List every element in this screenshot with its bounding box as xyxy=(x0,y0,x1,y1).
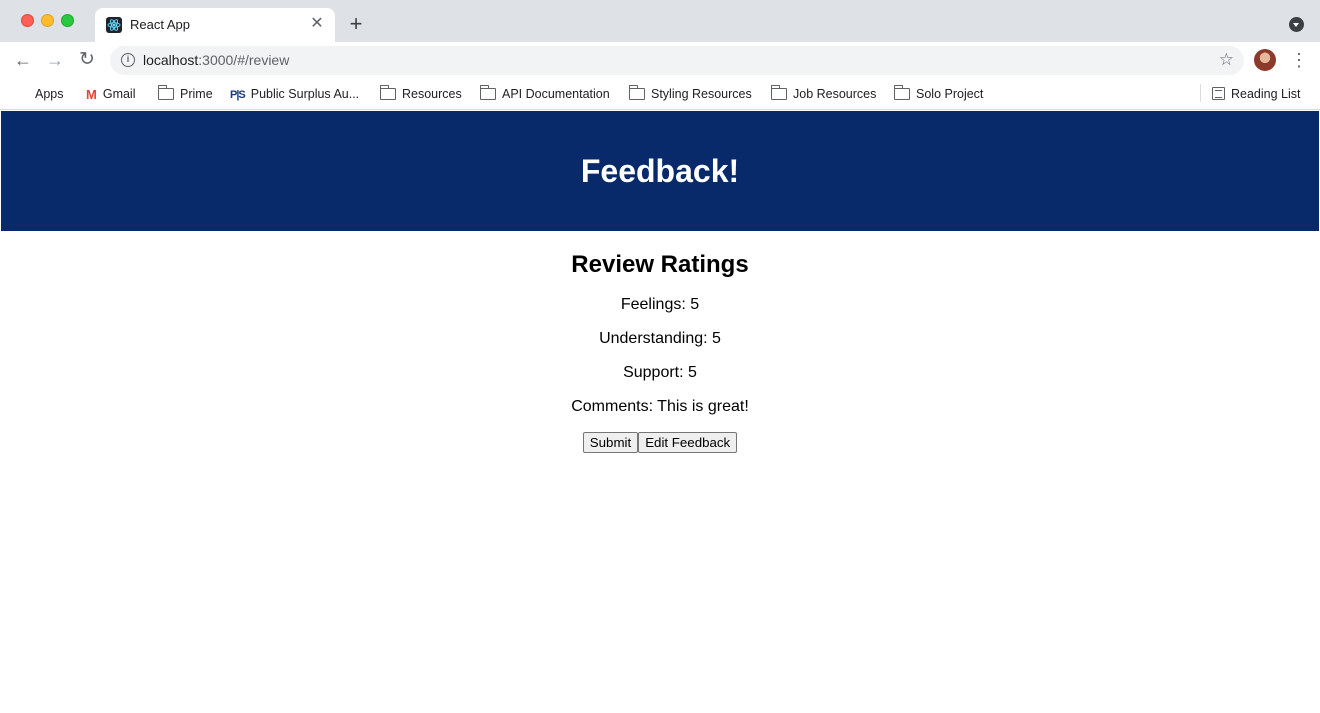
bookmark-label: Apps xyxy=(35,87,64,101)
gmail-icon: M xyxy=(86,86,97,102)
forward-button[interactable]: → xyxy=(45,50,65,70)
public-surplus-icon: P|S xyxy=(230,88,246,101)
bookmarks-divider xyxy=(1200,84,1201,102)
address-bar[interactable]: i localhost:3000/#/review ☆ xyxy=(110,46,1244,75)
react-icon xyxy=(106,17,122,33)
browser-menu-icon[interactable]: ⋮ xyxy=(1290,50,1308,70)
bookmark-solo-project[interactable]: Solo Project xyxy=(893,84,984,104)
bookmark-job-resources[interactable]: Job Resources xyxy=(770,84,877,104)
tab-search-icon[interactable] xyxy=(1289,17,1304,32)
bookmark-label: Job Resources xyxy=(793,87,877,101)
minimize-window-button[interactable] xyxy=(41,14,54,27)
bookmark-label: Solo Project xyxy=(916,87,984,101)
bookmark-apps[interactable]: Apps xyxy=(15,84,64,104)
app-title: Feedback! xyxy=(580,152,740,189)
folder-icon xyxy=(379,84,396,100)
bookmark-label: Resources xyxy=(402,87,462,101)
tab-react-app[interactable]: React App ✕ xyxy=(95,8,335,42)
submit-button[interactable]: Submit xyxy=(582,432,639,453)
bookmark-styling-resources[interactable]: Styling Resources xyxy=(628,84,752,104)
browser-toolbar: ← → ↻ i localhost:3000/#/review ☆ xyxy=(0,42,1320,79)
review-heading: Review Ratings xyxy=(571,251,749,278)
reading-list-button[interactable]: Reading List xyxy=(1212,84,1301,104)
bookmark-label: API Documentation xyxy=(502,87,610,101)
tab-title: React App xyxy=(130,17,190,32)
close-tab-icon[interactable]: ✕ xyxy=(309,16,325,32)
back-button[interactable]: ← xyxy=(13,50,33,70)
page-content: Feedback! Review Ratings Feelings: 5 Und… xyxy=(1,111,1319,712)
tab-strip: React App ✕ + xyxy=(0,0,1320,42)
close-window-button[interactable] xyxy=(21,14,34,27)
bookmark-label: Reading List xyxy=(1231,87,1301,101)
folder-icon xyxy=(893,84,910,100)
info-icon[interactable]: i xyxy=(121,53,135,67)
reading-list-icon xyxy=(1212,87,1225,101)
reload-button[interactable]: ↻ xyxy=(77,50,97,70)
feelings-rating: Feelings: 5 xyxy=(620,296,700,313)
button-row: Submit Edit Feedback xyxy=(1,432,1319,453)
bookmark-label: Styling Resources xyxy=(651,87,752,101)
profile-avatar[interactable] xyxy=(1254,49,1276,71)
review-section: Review Ratings Feelings: 5 Understanding… xyxy=(1,251,1319,453)
folder-icon xyxy=(157,84,174,100)
folder-icon xyxy=(770,84,787,100)
browser-window: React App ✕ + ← → ↻ i localhost:3000/#/r… xyxy=(0,0,1320,713)
understanding-rating: Understanding: 5 xyxy=(599,330,721,347)
bookmark-resources[interactable]: Resources xyxy=(379,84,462,104)
bookmark-label: Prime xyxy=(180,87,213,101)
comments-text: Comments: This is great! xyxy=(571,398,749,415)
bookmark-label: Public Surplus Au... xyxy=(250,87,360,101)
folder-icon xyxy=(628,84,645,100)
folder-icon xyxy=(479,84,496,100)
url-text[interactable]: localhost:3000/#/review xyxy=(143,52,289,68)
bookmark-star-icon[interactable]: ☆ xyxy=(1219,50,1234,70)
support-rating: Support: 5 xyxy=(623,364,697,381)
bookmarks-bar: Apps M Gmail Prime P|S Public Surplus Au..… xyxy=(0,79,1320,110)
bookmark-api-documentation[interactable]: API Documentation xyxy=(479,84,610,104)
new-tab-button[interactable]: + xyxy=(346,13,366,35)
bookmark-prime[interactable]: Prime xyxy=(157,84,213,104)
apps-grid-icon xyxy=(15,87,29,101)
edit-feedback-button[interactable]: Edit Feedback xyxy=(638,432,738,453)
maximize-window-button[interactable] xyxy=(61,14,74,27)
bookmark-label: Gmail xyxy=(102,87,136,101)
app-header: Feedback! xyxy=(1,111,1319,231)
bookmark-public-surplus[interactable]: P|S Public Surplus Au... xyxy=(230,84,359,104)
bookmark-gmail[interactable]: M Gmail xyxy=(86,84,136,104)
